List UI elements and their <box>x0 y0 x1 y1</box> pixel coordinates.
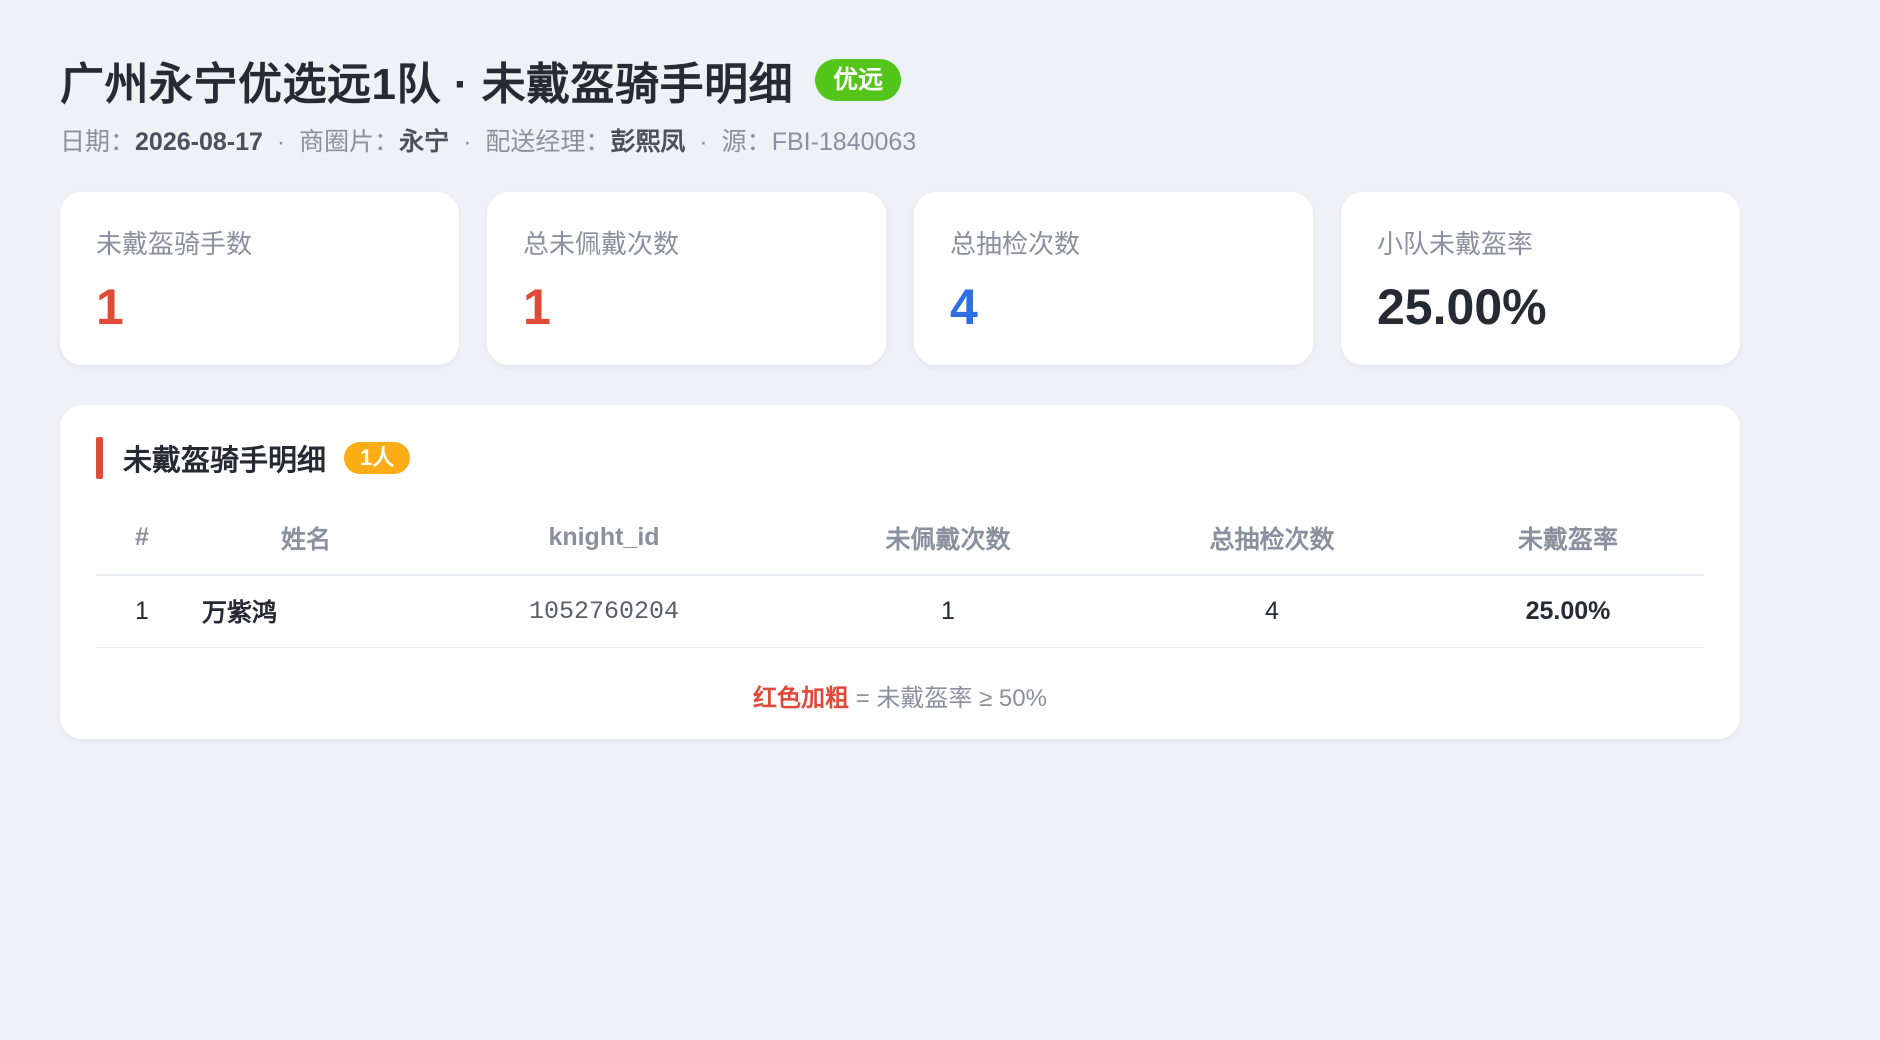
district-label: 商圈片： <box>299 128 400 156</box>
detail-panel: 未戴盔骑手明细 1人 # 姓名 knight_id 未佩戴次数 总抽检次数 未戴… <box>60 405 1740 739</box>
column-header-total: 总抽检次数 <box>1112 501 1432 576</box>
stat-label: 总抽检次数 <box>950 229 1081 259</box>
meta-separator: · <box>699 128 708 156</box>
legend-text: = 未戴盔率 ≥ 50% <box>849 684 1047 712</box>
manager-value: 彭熙凤 <box>610 128 686 156</box>
stat-card-team-rate: 小队未戴盔率 25.00% <box>1341 192 1740 365</box>
stat-label: 小队未戴盔率 <box>1377 229 1534 259</box>
meta-separator: · <box>276 128 286 156</box>
rider-table: # 姓名 knight_id 未佩戴次数 总抽检次数 未戴盔率 1 万紫鸿 10… <box>96 501 1704 648</box>
cell-name: 万紫鸿 <box>188 575 424 648</box>
stats-row: 未戴盔骑手数 1 总未佩戴次数 1 总抽检次数 4 小队未戴盔率 25.00% <box>60 192 1740 365</box>
stat-label: 未戴盔骑手数 <box>96 229 253 259</box>
panel-accent-bar <box>96 437 103 479</box>
meta-separator: · <box>463 128 472 156</box>
stat-card-total-checks: 总抽检次数 4 <box>914 192 1313 365</box>
stat-value: 1 <box>523 279 551 335</box>
stat-label: 总未佩戴次数 <box>523 229 680 259</box>
cell-missed: 1 <box>784 575 1112 648</box>
cell-total: 4 <box>1112 575 1432 648</box>
column-header-name: 姓名 <box>188 501 424 576</box>
page-header: 广州永宁优选远1队 · 未戴盔骑手明细 优远 <box>60 52 1820 109</box>
rider-count-badge: 1人 <box>344 442 411 474</box>
meta-line: 日期：2026-08-17 · 商圈片：永宁 · 配送经理：彭熙凤 · 源：FB… <box>60 122 1820 158</box>
stat-value: 25.00% <box>1377 279 1547 335</box>
stat-card-unhelmeted-riders: 未戴盔骑手数 1 <box>60 192 459 365</box>
source-value: FBI-1840063 <box>771 128 917 156</box>
team-type-badge: 优远 <box>815 59 902 101</box>
table-row[interactable]: 1 万紫鸿 1052760204 1 4 25.00% <box>96 575 1704 648</box>
stat-card-total-missed: 总未佩戴次数 1 <box>487 192 886 365</box>
column-header-knight-id: knight_id <box>424 501 784 576</box>
panel-header: 未戴盔骑手明细 1人 <box>96 437 1704 479</box>
manager-label: 配送经理： <box>485 128 611 156</box>
page-title: 广州永宁优选远1队 · 未戴盔骑手明细 <box>60 60 794 109</box>
stat-value: 1 <box>96 279 124 335</box>
page: 广州永宁优选远1队 · 未戴盔骑手明细 优远 日期：2026-08-17 · 商… <box>0 0 1880 739</box>
column-header-rate: 未戴盔率 <box>1432 501 1704 576</box>
date-label: 日期： <box>60 128 136 156</box>
legend-key: 红色加粗 <box>753 684 850 712</box>
legend-note: 红色加粗 = 未戴盔率 ≥ 50% <box>96 678 1704 713</box>
district-value: 永宁 <box>399 128 450 156</box>
source-label: 源： <box>721 128 772 156</box>
table-header-row: # 姓名 knight_id 未佩戴次数 总抽检次数 未戴盔率 <box>96 501 1704 576</box>
panel-title: 未戴盔骑手明细 <box>123 445 327 477</box>
date-value: 2026-08-17 <box>135 128 263 156</box>
cell-rate: 25.00% <box>1432 575 1704 648</box>
stat-value: 4 <box>950 279 978 335</box>
column-header-index: # <box>96 501 188 576</box>
column-header-missed: 未佩戴次数 <box>784 501 1112 576</box>
cell-index: 1 <box>96 575 188 648</box>
cell-knight-id: 1052760204 <box>424 575 784 648</box>
